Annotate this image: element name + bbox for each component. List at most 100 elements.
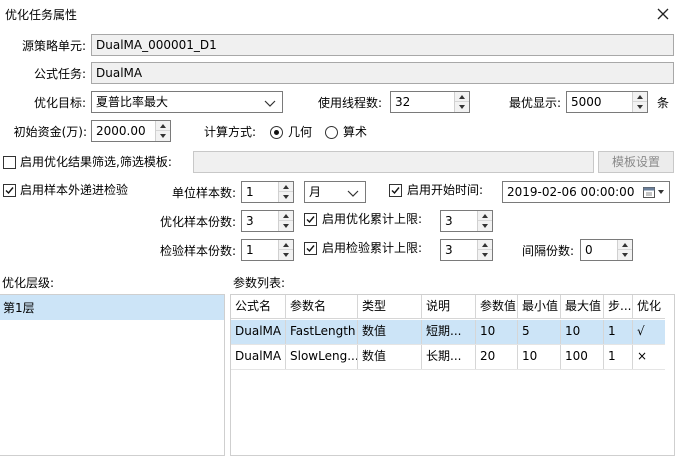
table-row[interactable]: DualMA FastLength 数值 短期... 10 5 10 1 √ xyxy=(231,320,665,345)
cell-formula: DualMA xyxy=(231,320,286,344)
best-display-label: 最优显示: xyxy=(508,96,561,110)
calendar-icon xyxy=(643,186,655,198)
test-cum-spinner[interactable]: 3 xyxy=(440,239,493,261)
opt-cum-checkbox[interactable] xyxy=(304,213,317,226)
cell-description: 短期... xyxy=(422,320,476,344)
spin-down-icon[interactable] xyxy=(279,221,293,231)
col-step[interactable]: 步... xyxy=(604,295,633,318)
cell-max[interactable]: 100 xyxy=(561,345,604,369)
spin-down-icon[interactable] xyxy=(633,102,647,112)
layer-item-label: 第1层 xyxy=(3,301,35,315)
spin-up-icon[interactable] xyxy=(618,240,632,250)
col-min[interactable]: 最小值 xyxy=(518,295,561,318)
cell-optimize[interactable]: √ xyxy=(633,320,665,344)
unit-value: 月 xyxy=(309,185,322,199)
opt-cum-value: 3 xyxy=(445,214,453,228)
test-cum-label: 启用检验累计上限: xyxy=(322,241,423,255)
spin-up-icon[interactable] xyxy=(156,121,170,131)
source-unit-field[interactable]: DualMA_000001_D1 xyxy=(91,34,674,56)
unit-sample-value: 1 xyxy=(246,185,254,199)
col-param-name[interactable]: 参数名 xyxy=(286,295,358,318)
filter-label: 启用优化结果筛选,筛选模板: xyxy=(20,155,172,169)
params-label: 参数列表: xyxy=(233,276,286,290)
spin-down-icon[interactable] xyxy=(455,102,469,112)
layers-label: 优化层级: xyxy=(2,276,55,290)
calc-arithmetic-radio[interactable] xyxy=(325,126,338,139)
initial-capital-label: 初始资金(万): xyxy=(13,125,87,139)
window-title: 优化任务属性 xyxy=(5,8,78,22)
spin-up-icon[interactable] xyxy=(279,211,293,221)
oos-checkbox[interactable] xyxy=(3,184,16,197)
filter-template-field[interactable] xyxy=(193,151,594,173)
threads-spinner[interactable]: 32 xyxy=(390,91,470,113)
opt-target-select[interactable]: 夏普比率最大 xyxy=(91,91,283,113)
params-table[interactable]: 公式名 参数名 类型 说明 参数值 最小值 最大值 步... 优化 DualMA… xyxy=(230,294,675,456)
cell-formula: DualMA xyxy=(231,345,286,369)
cell-param-name: FastLength xyxy=(286,320,358,344)
start-time-label: 启用开始时间: xyxy=(407,183,484,197)
interval-spinner[interactable]: 0 xyxy=(580,239,633,261)
calc-geometric-radio[interactable] xyxy=(270,126,283,139)
template-settings-button[interactable]: 模板设置 xyxy=(598,151,674,173)
oos-label: 启用样本外递进检验 xyxy=(20,183,129,197)
filter-checkbox[interactable] xyxy=(3,156,16,169)
test-cum-value: 3 xyxy=(445,243,453,257)
test-sample-label: 检验样本份数: xyxy=(159,244,236,258)
start-time-picker[interactable]: 2019-02-06 00:00:00 xyxy=(502,181,670,203)
col-optimize[interactable]: 优化 xyxy=(633,295,665,318)
spin-up-icon[interactable] xyxy=(279,240,293,250)
table-row[interactable]: DualMA SlowLeng... 数值 长期... 20 10 100 1 … xyxy=(231,345,665,370)
spin-up-icon[interactable] xyxy=(633,92,647,102)
calc-geometric-label: 几何 xyxy=(288,125,313,139)
spin-down-icon[interactable] xyxy=(618,250,632,260)
spin-down-icon[interactable] xyxy=(478,250,492,260)
calc-arithmetic-label: 算术 xyxy=(343,125,368,139)
cell-step[interactable]: 1 xyxy=(604,345,633,369)
start-time-checkbox[interactable] xyxy=(389,184,402,197)
spin-down-icon[interactable] xyxy=(156,131,170,141)
test-sample-value: 1 xyxy=(246,243,254,257)
threads-value: 32 xyxy=(395,95,411,109)
layer-item[interactable]: 第1层 xyxy=(0,295,224,320)
close-icon[interactable] xyxy=(654,5,672,23)
dropdown-arrow-icon xyxy=(658,190,664,194)
col-formula[interactable]: 公式名 xyxy=(231,295,286,318)
initial-capital-spinner[interactable]: 2000.00 xyxy=(91,120,171,142)
test-cum-checkbox[interactable] xyxy=(304,242,317,255)
cell-value[interactable]: 20 xyxy=(476,345,518,369)
chevron-down-icon xyxy=(264,97,276,107)
unit-select[interactable]: 月 xyxy=(304,181,366,203)
spin-up-icon[interactable] xyxy=(455,92,469,102)
best-display-spinner[interactable]: 5000 xyxy=(566,91,648,113)
cell-optimize[interactable]: × xyxy=(633,345,665,369)
opt-sample-spinner[interactable]: 3 xyxy=(241,210,294,232)
spin-down-icon[interactable] xyxy=(279,192,293,202)
cell-description: 长期... xyxy=(422,345,476,369)
opt-sample-value: 3 xyxy=(246,214,254,228)
formula-task-field[interactable]: DualMA xyxy=(91,62,674,84)
spin-down-icon[interactable] xyxy=(279,250,293,260)
col-max[interactable]: 最大值 xyxy=(561,295,604,318)
cell-max[interactable]: 10 xyxy=(561,320,604,344)
layers-list[interactable]: 第1层 xyxy=(0,294,225,456)
test-sample-spinner[interactable]: 1 xyxy=(241,239,294,261)
cell-step[interactable]: 1 xyxy=(604,320,633,344)
spin-down-icon[interactable] xyxy=(478,221,492,231)
opt-target-label: 优化目标: xyxy=(33,96,86,110)
formula-task-label: 公式任务: xyxy=(33,67,86,81)
col-type[interactable]: 类型 xyxy=(358,295,422,318)
col-description[interactable]: 说明 xyxy=(422,295,476,318)
cell-min[interactable]: 5 xyxy=(518,320,561,344)
cell-type: 数值 xyxy=(358,345,422,369)
cell-min[interactable]: 10 xyxy=(518,345,561,369)
opt-cum-spinner[interactable]: 3 xyxy=(440,210,493,232)
chevron-down-icon xyxy=(347,187,359,197)
unit-sample-spinner[interactable]: 1 xyxy=(241,181,294,203)
spin-up-icon[interactable] xyxy=(279,182,293,192)
cell-value[interactable]: 10 xyxy=(476,320,518,344)
initial-capital-value: 2000.00 xyxy=(96,124,146,138)
params-header: 公式名 参数名 类型 说明 参数值 最小值 最大值 步... 优化 xyxy=(231,295,665,319)
spin-up-icon[interactable] xyxy=(478,211,492,221)
spin-up-icon[interactable] xyxy=(478,240,492,250)
col-value[interactable]: 参数值 xyxy=(476,295,518,318)
